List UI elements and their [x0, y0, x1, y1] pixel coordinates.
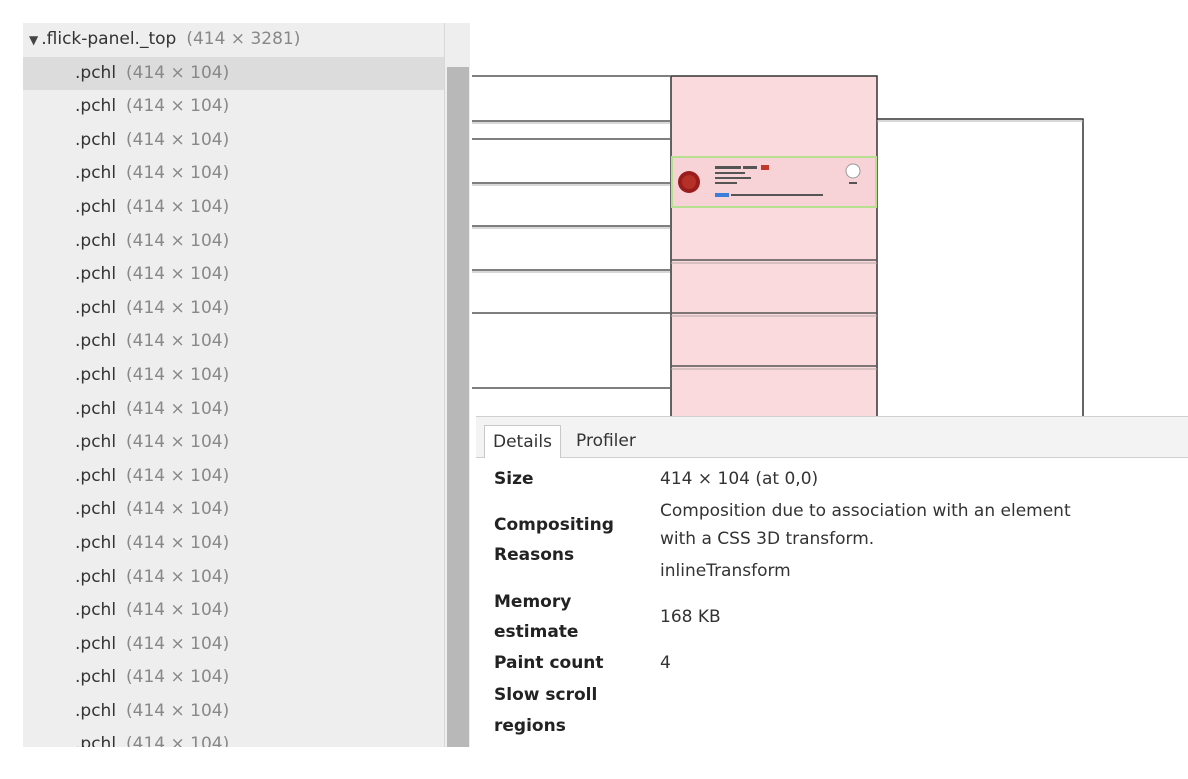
layer-dims: (414 × 104) [126, 129, 230, 150]
compositing-label-line2: Reasons [494, 545, 575, 565]
size-value: 414 × 104 (at 0,0) [660, 469, 819, 489]
layer-dims: (414 × 104) [126, 264, 230, 285]
layer-tree-row[interactable]: .pchl (414 × 104) [23, 258, 444, 292]
compositing-reason-line2: with a CSS 3D transform. [660, 529, 875, 549]
memory-value: 168 KB [660, 607, 721, 627]
layer-wireframe [472, 75, 1084, 416]
highlighted-layer-column[interactable] [670, 75, 878, 416]
layer-tree-row[interactable]: .pchl (414 × 104) [23, 325, 444, 359]
layer-tree-row[interactable]: .pchl (414 × 104) [23, 124, 444, 158]
layer-name: .pchl [75, 297, 117, 318]
layer-dims: (414 × 104) [126, 532, 230, 553]
tab-profiler[interactable]: Profiler [568, 425, 644, 457]
layer-name: .flick-panel._top [41, 29, 177, 49]
scrollbar-thumb[interactable] [447, 67, 469, 747]
paint-count-value: 4 [660, 653, 671, 673]
layer-tree-scrollbar[interactable] [444, 23, 470, 747]
layer-dims: (414 × 104) [126, 700, 230, 721]
layer-tree-panel: ▼ .flick-panel._top (414 × 3281) .pchl (414… [0, 0, 470, 778]
layer-dims: (414 × 104) [126, 734, 230, 747]
layer-dims: (414 × 104) [126, 196, 230, 217]
layer-tree-row[interactable]: .pchl (414 × 104) [23, 628, 444, 662]
layer-dims: (414 × 104) [126, 331, 230, 352]
layer-name: .pchl [75, 465, 117, 486]
layer-name: .pchl [75, 163, 117, 184]
layer-tree-row[interactable]: .pchl (414 × 104) [23, 191, 444, 225]
layer-name: .pchl [75, 96, 117, 117]
heart-icon [845, 163, 861, 179]
layer-tree-list: ▼ .flick-panel._top (414 × 3281) .pchl (414… [23, 23, 444, 747]
layer-dims: (414 × 104) [126, 600, 230, 621]
compositing-reason-line1: Composition due to association with an e… [660, 501, 1071, 521]
layer-tree-row[interactable]: .pchl (414 × 104) [23, 393, 444, 427]
layer-dims: (414 × 104) [126, 633, 230, 654]
layer-tree-row[interactable]: .pchl (414 × 104) [23, 460, 444, 494]
layer-tree-row[interactable]: .pchl (414 × 104) [23, 426, 444, 460]
layer-tree-row[interactable]: .pchl (414 × 104) [23, 695, 444, 729]
layer-tree-row[interactable]: .pchl (414 × 104) [23, 56, 444, 91]
compositing-label-line1: Compositing [494, 515, 614, 535]
layer-name: .pchl [75, 566, 117, 587]
layer-dims: (414 × 104) [126, 163, 230, 184]
layer-canvas[interactable] [472, 23, 1188, 416]
slow-scroll-label-line2: regions [494, 716, 566, 736]
layer-tree-row[interactable]: .pchl (414 × 104) [23, 527, 444, 561]
layer-tree-children: .pchl (414 × 104) .pchl (414 × 104) .pchl (41… [23, 56, 444, 747]
layer-dims: (414 × 104) [126, 230, 230, 251]
details-panel: Details Profiler Size 414 × 104 (at 0,0)… [476, 416, 1188, 779]
layer-name: .pchl [75, 264, 117, 285]
layer-tree-row[interactable]: .pchl (414 × 104) [23, 90, 444, 124]
selected-layer[interactable] [671, 156, 877, 208]
layer-tree-row[interactable]: .pchl (414 × 104) [23, 594, 444, 628]
layer-dims: (414 × 104) [126, 566, 230, 587]
layer-dims: (414 × 3281) [186, 29, 301, 49]
memory-label-line1: Memory [494, 592, 572, 612]
layer-tree-row[interactable]: .pchl (414 × 104) [23, 561, 444, 595]
layer-dims: (414 × 104) [126, 62, 230, 83]
compositing-reason-line3: inlineTransform [660, 561, 791, 581]
size-label: Size [494, 469, 534, 489]
layer-dims: (414 × 104) [126, 432, 230, 453]
layer-name: .pchl [75, 62, 117, 83]
layer-name: .pchl [75, 331, 117, 352]
layer-tree-row[interactable]: .pchl (414 × 104) [23, 728, 444, 747]
layer-tree-row[interactable]: .pchl (414 × 104) [23, 225, 444, 259]
expand-arrow-icon[interactable]: ▼ [29, 33, 38, 47]
layer-tree-row[interactable]: .pchl (414 × 104) [23, 661, 444, 695]
layer-tree-row[interactable]: .pchl (414 × 104) [23, 493, 444, 527]
layer-dims: (414 × 104) [126, 398, 230, 419]
layer-name: .pchl [75, 667, 117, 688]
layer-name: .pchl [75, 398, 117, 419]
layer-name: .pchl [75, 700, 117, 721]
layer-tree-row[interactable]: .pchl (414 × 104) [23, 157, 444, 191]
layer-dims: (414 × 104) [126, 96, 230, 117]
layer-name: .pchl [75, 734, 117, 747]
tab-details[interactable]: Details [484, 425, 561, 458]
layer-dims: (414 × 104) [126, 364, 230, 385]
parent-layer-outline [877, 118, 1084, 416]
details-tab-bar: Details Profiler [476, 417, 1188, 458]
layer-name: .pchl [75, 196, 117, 217]
layer-dims: (414 × 104) [126, 297, 230, 318]
memory-label-line2: estimate [494, 622, 579, 642]
layer-dims: (414 × 104) [126, 499, 230, 520]
slow-scroll-label-line1: Slow scroll [494, 685, 598, 705]
layer-name: .pchl [75, 499, 117, 520]
layer-name: .pchl [75, 364, 117, 385]
layer-name: .pchl [75, 600, 117, 621]
layer-name: .pchl [75, 230, 117, 251]
layer-tree-row[interactable]: .pchl (414 × 104) [23, 292, 444, 326]
layer-name: .pchl [75, 633, 117, 654]
layer-tree-row[interactable]: .pchl (414 × 104) [23, 359, 444, 393]
layer-name: .pchl [75, 432, 117, 453]
layer-tree-root[interactable]: ▼ .flick-panel._top (414 × 3281) [23, 23, 444, 57]
layer-name: .pchl [75, 129, 117, 150]
layer-dims: (414 × 104) [126, 667, 230, 688]
layer-dims: (414 × 104) [126, 465, 230, 486]
layer-name: .pchl [75, 532, 117, 553]
paint-count-label: Paint count [494, 653, 604, 673]
